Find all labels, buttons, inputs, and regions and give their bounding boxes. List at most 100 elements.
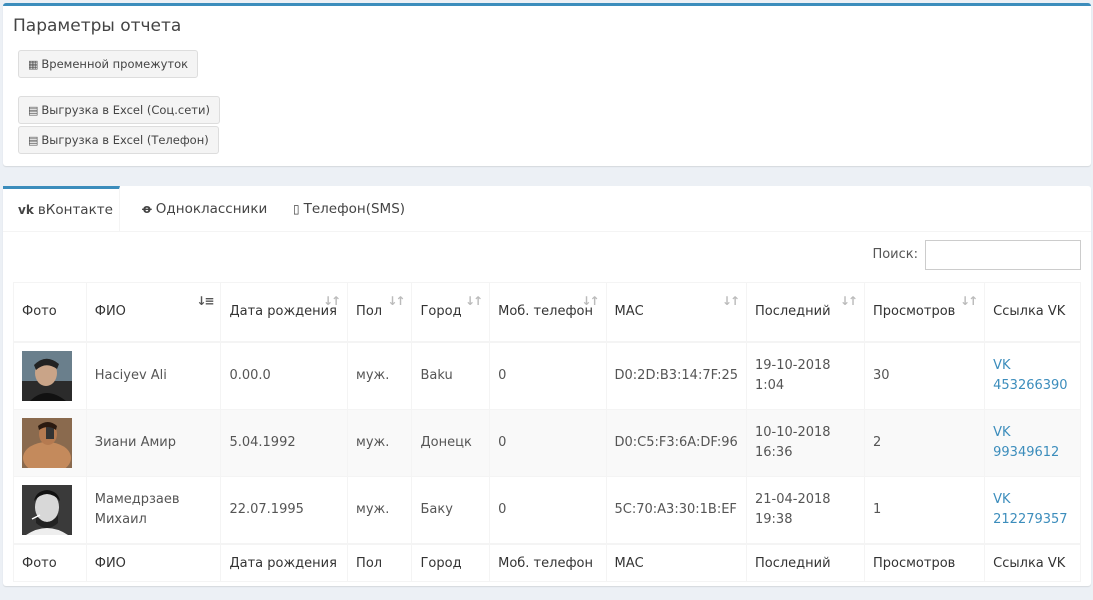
name-cell: Haciyev Ali [85, 341, 222, 410]
search-label: Поиск: [872, 247, 918, 262]
sort-asc-icon: ↓≡ [196, 294, 214, 308]
col-photo-header: Фото [13, 282, 87, 343]
tab-vkontakte[interactable]: vk вКонтакте [3, 186, 120, 231]
col-phone-label: Моб. телефон [498, 304, 594, 319]
col-last-header[interactable]: Последний ↓↑ [746, 282, 865, 343]
sort-icon: ↓↑ [839, 294, 858, 308]
col-last-label: Последний [755, 304, 831, 319]
views-cell: 2 [863, 409, 986, 477]
last-cell: 10-10-2018 16:36 [746, 409, 865, 477]
foot-phone: Моб. телефон [489, 543, 607, 582]
views-cell: 1 [863, 476, 986, 545]
photo-cell [13, 476, 87, 545]
export-excel-phone-button[interactable]: ▤ Выгрузка в Excel (Телефон) [18, 126, 219, 154]
gender-cell: муж. [347, 409, 413, 477]
link-cell: VK 99349612 [984, 409, 1081, 477]
sort-icon: ↓↑ [322, 294, 341, 308]
mobile-phone-icon: ▯ [293, 201, 300, 216]
sort-icon: ↓↑ [465, 294, 483, 308]
excel-file-icon: ▤ [28, 133, 39, 147]
photo-cell [13, 341, 87, 410]
tab-vkontakte-label: вКонтакте [37, 202, 113, 218]
col-link-header: Ссылка VK [984, 282, 1081, 343]
col-name-header[interactable]: ФИО ↓≡ [85, 282, 222, 343]
mac-cell: 5C:70:A3:30:1B:EF [605, 476, 748, 545]
users-table: Фото ФИО ↓≡ Дата рождения ↓↑ Пол ↓↑ Город ↓↑… [13, 282, 1081, 582]
birth-cell: 5.04.1992 [220, 409, 349, 477]
views-cell: 30 [863, 341, 986, 410]
calendar-icon: ▦ [28, 57, 39, 71]
foot-link: Ссылка VK [984, 543, 1081, 582]
vk-profile-link[interactable]: VK 453266390 [993, 358, 1067, 393]
col-phone-header[interactable]: Моб. телефон ↓↑ [489, 282, 607, 343]
report-params-title: Параметры отчета [13, 16, 182, 36]
gender-cell: муж. [347, 476, 413, 545]
link-cell: VK 453266390 [984, 341, 1081, 410]
col-birth-header[interactable]: Дата рождения ↓↑ [220, 282, 349, 343]
col-city-header[interactable]: Город ↓↑ [411, 282, 491, 343]
sort-icon: ↓↑ [387, 294, 405, 308]
phone-cell: 0 [489, 409, 607, 477]
sort-icon: ↓↑ [581, 294, 599, 308]
search-input[interactable] [925, 240, 1081, 270]
col-views-header[interactable]: Просмотров ↓↑ [863, 282, 986, 343]
link-cell: VK 212279357 [984, 476, 1081, 545]
mac-cell: D0:2D:B3:14:7F:25 [605, 341, 748, 410]
photo-cell [13, 409, 87, 477]
vk-profile-link[interactable]: VK 212279357 [993, 492, 1067, 527]
tab-phone-sms-label: Телефон(SMS) [303, 200, 406, 217]
city-cell: Баку [411, 476, 491, 545]
avatar[interactable] [22, 485, 72, 535]
export-excel-phone-label: Выгрузка в Excel (Телефон) [41, 133, 209, 147]
foot-city: Город [411, 543, 491, 582]
tab-phone-sms[interactable]: ▯ Телефон(SMS) [278, 186, 420, 231]
table-row: Мамедрзаев Михаил 22.07.1995 муж. Баку 0… [13, 476, 1081, 545]
col-city-label: Город [420, 304, 462, 319]
sort-icon: ↓↑ [960, 294, 978, 308]
col-mac-header[interactable]: МАС ↓↑ [605, 282, 748, 343]
name-cell: Мамедрзаев Михаил [85, 476, 222, 545]
tab-strip: vk вКонтакте ꝋ Одноклассники ▯ Телефон(S… [3, 186, 1091, 232]
foot-last: Последний [746, 543, 865, 582]
report-params-box: Параметры отчета ▦ Временной промежуток … [3, 3, 1091, 166]
foot-photo: Фото [13, 543, 87, 582]
col-gender-header[interactable]: Пол ↓↑ [347, 282, 413, 343]
col-birth-label: Дата рождения [229, 304, 337, 319]
col-photo-label: Фото [22, 304, 57, 319]
last-cell: 19-10-2018 1:04 [746, 341, 865, 410]
export-excel-social-label: Выгрузка в Excel (Соц.сети) [41, 103, 210, 117]
sort-icon: ↓↑ [721, 294, 740, 308]
gender-cell: муж. [347, 341, 413, 410]
tabs-box: vk вКонтакте ꝋ Одноклассники ▯ Телефон(S… [3, 186, 1091, 586]
export-excel-social-button[interactable]: ▤ Выгрузка в Excel (Соц.сети) [18, 96, 220, 124]
avatar[interactable] [22, 351, 72, 401]
table-row: Haciyev Ali 0.00.0 муж. Baku 0 D0:2D:B3:… [13, 341, 1081, 410]
odnoklassniki-icon: ꝋ [142, 201, 152, 216]
foot-views: Просмотров [863, 543, 986, 582]
last-cell: 21-04-2018 19:38 [746, 476, 865, 545]
date-range-button[interactable]: ▦ Временной промежуток [18, 50, 199, 78]
col-link-label: Ссылка VK [993, 304, 1066, 319]
col-name-label: ФИО [94, 304, 126, 319]
mac-cell: D0:C5:F3:6A:DF:96 [605, 409, 748, 477]
phone-cell: 0 [489, 341, 607, 410]
tab-odnoklassniki-label: Одноклассники [155, 200, 268, 217]
phone-cell: 0 [489, 476, 607, 545]
vk-icon: vk [18, 203, 34, 217]
vk-profile-link[interactable]: VK 99349612 [993, 425, 1059, 460]
tab-odnoklassniki[interactable]: ꝋ Одноклассники [127, 186, 282, 231]
table-row: Зиани Амир 5.04.1992 муж. Донецк 0 D0:C5… [13, 409, 1081, 477]
city-cell: Донецк [411, 409, 491, 477]
col-mac-label: МАС [614, 304, 644, 319]
foot-gender: Пол [347, 543, 413, 582]
date-range-label: Временной промежуток [41, 57, 189, 71]
foot-mac: МАС [605, 543, 748, 582]
foot-birth: Дата рождения [220, 543, 349, 582]
birth-cell: 22.07.1995 [220, 476, 349, 545]
col-gender-label: Пол [356, 304, 383, 319]
col-views-label: Просмотров [872, 304, 956, 319]
foot-name: ФИО [85, 543, 222, 582]
avatar[interactable] [22, 418, 72, 468]
city-cell: Baku [411, 341, 491, 410]
excel-file-icon: ▤ [28, 103, 39, 117]
